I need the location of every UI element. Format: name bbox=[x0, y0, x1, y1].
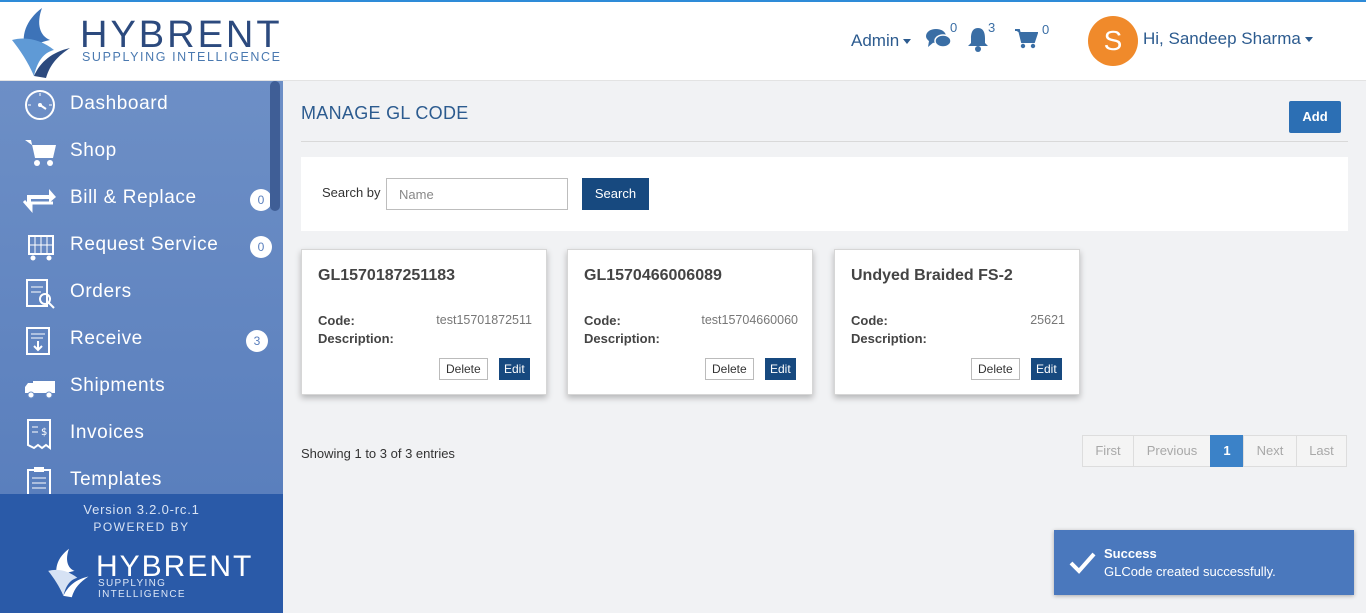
toast-message: GLCode created successfully. bbox=[1104, 564, 1276, 579]
sidebar-item-request-service[interactable]: Request Service 0 bbox=[0, 222, 283, 269]
svg-text:$: $ bbox=[41, 427, 47, 438]
page-first[interactable]: First bbox=[1082, 435, 1134, 467]
request-service-badge: 0 bbox=[250, 236, 272, 258]
sidebar-item-label: Dashboard bbox=[70, 93, 169, 114]
sidebar-item-bill-replace[interactable]: Bill & Replace 0 bbox=[0, 175, 283, 222]
sidebar-item-shop[interactable]: Shop bbox=[0, 128, 283, 175]
card-title: GL1570466006089 bbox=[584, 267, 722, 284]
sidebar-scrollbar[interactable] bbox=[270, 81, 280, 211]
add-button[interactable]: Add bbox=[1289, 101, 1341, 133]
admin-menu[interactable]: Admin bbox=[851, 31, 912, 51]
code-value: test15704660060 bbox=[701, 313, 798, 327]
search-panel: Search by Search bbox=[301, 157, 1348, 231]
sidebar-item-label: Orders bbox=[70, 281, 132, 302]
truck-icon bbox=[25, 381, 55, 399]
user-greeting: Hi, Sandeep Sharma bbox=[1143, 29, 1301, 48]
search-label: Search by bbox=[322, 185, 381, 200]
entries-info: Showing 1 to 3 of 3 entries bbox=[301, 446, 455, 461]
delete-button[interactable]: Delete bbox=[439, 358, 488, 380]
description-label: Description: bbox=[318, 331, 394, 346]
bell-icon bbox=[968, 28, 988, 52]
cart-icon bbox=[25, 140, 56, 166]
service-icon bbox=[28, 235, 54, 261]
brand-name: HYBRENT bbox=[80, 14, 283, 56]
notifications-button[interactable]: 3 bbox=[966, 20, 996, 54]
footer-brand-tagline: SUPPLYING INTELLIGENCE bbox=[98, 578, 186, 600]
sidebar-item-shipments[interactable]: Shipments bbox=[0, 363, 283, 410]
top-bar: HYBRENT SUPPLYING INTELLIGENCE Admin 0 3… bbox=[0, 0, 1366, 81]
sidebar: Dashboard Shop Bill & Replace 0 Request … bbox=[0, 81, 283, 494]
sidebar-item-label: Shipments bbox=[70, 375, 166, 396]
page-previous[interactable]: Previous bbox=[1133, 435, 1211, 467]
card-title: Undyed Braided FS-2 bbox=[851, 267, 1013, 284]
card-title: GL1570187251183 bbox=[318, 267, 456, 284]
footer-logo: HYBRENT SUPPLYING INTELLIGENCE bbox=[44, 542, 251, 604]
edit-button[interactable]: Edit bbox=[1031, 358, 1062, 380]
version-text: Version 3.2.0-rc.1 bbox=[83, 502, 200, 517]
receive-icon bbox=[26, 327, 50, 355]
logo-mark-icon bbox=[12, 8, 70, 78]
gl-code-card: GL1570466006089 Code: test15704660060 De… bbox=[567, 249, 813, 395]
sidebar-item-dashboard[interactable]: Dashboard bbox=[0, 81, 283, 128]
description-label: Description: bbox=[851, 331, 927, 346]
chevron-down-icon bbox=[1304, 37, 1313, 43]
edit-button[interactable]: Edit bbox=[499, 358, 530, 380]
powered-by-text: POWERED BY bbox=[93, 520, 190, 534]
page-next[interactable]: Next bbox=[1243, 435, 1297, 467]
delete-button[interactable]: Delete bbox=[971, 358, 1020, 380]
code-value: test15701872511 bbox=[436, 313, 532, 327]
code-label: Code: bbox=[318, 313, 355, 328]
sidebar-item-label: Templates bbox=[70, 469, 162, 490]
divider bbox=[301, 141, 1348, 142]
user-menu[interactable]: Hi, Sandeep Sharma bbox=[1143, 29, 1313, 49]
sidebar-footer: Version 3.2.0-rc.1 POWERED BY HYBRENT SU… bbox=[0, 494, 283, 613]
chat-count: 0 bbox=[950, 20, 958, 35]
sidebar-item-invoices[interactable]: $ Invoices bbox=[0, 410, 283, 457]
gl-code-card: GL1570187251183 Code: test15701872511 De… bbox=[301, 249, 547, 395]
page-title: MANAGE GL CODE bbox=[301, 103, 469, 123]
admin-label: Admin bbox=[851, 31, 900, 50]
gl-code-card: Undyed Braided FS-2 Code: 25621 Descript… bbox=[834, 249, 1080, 395]
sidebar-item-label: Bill & Replace bbox=[70, 187, 197, 208]
checkmark-icon bbox=[1069, 552, 1096, 574]
chat-icon bbox=[926, 29, 952, 48]
code-label: Code: bbox=[851, 313, 888, 328]
pagination: First Previous 1 Next Last bbox=[1082, 435, 1347, 467]
dashboard-icon bbox=[25, 90, 55, 120]
chat-button[interactable]: 0 bbox=[926, 20, 957, 54]
search-button[interactable]: Search bbox=[582, 178, 649, 210]
edit-button[interactable]: Edit bbox=[765, 358, 796, 380]
hybrent-logo[interactable]: HYBRENT SUPPLYING INTELLIGENCE bbox=[6, 6, 286, 80]
avatar[interactable]: S bbox=[1088, 16, 1138, 66]
sidebar-item-orders[interactable]: Orders bbox=[0, 269, 283, 316]
search-input[interactable] bbox=[386, 178, 568, 210]
brand-tagline: SUPPLYING INTELLIGENCE bbox=[82, 50, 282, 64]
orders-icon bbox=[26, 279, 55, 309]
toast-title: Success bbox=[1104, 546, 1157, 561]
sidebar-item-label: Invoices bbox=[70, 422, 145, 443]
cart-count: 0 bbox=[1042, 22, 1050, 37]
chevron-down-icon bbox=[903, 39, 912, 45]
replace-icon bbox=[23, 189, 56, 213]
sidebar-item-receive[interactable]: Receive 3 bbox=[0, 316, 283, 363]
templates-icon bbox=[27, 467, 51, 494]
success-toast[interactable]: Success GLCode created successfully. bbox=[1054, 530, 1354, 595]
cart-icon bbox=[1015, 29, 1039, 49]
invoice-icon: $ bbox=[27, 419, 51, 450]
cart-button[interactable]: 0 bbox=[1014, 22, 1049, 54]
sidebar-item-label: Request Service bbox=[70, 234, 219, 255]
logo-mark-icon bbox=[48, 548, 89, 598]
sidebar-item-label: Receive bbox=[70, 328, 143, 349]
sidebar-item-templates[interactable]: Templates bbox=[0, 457, 283, 494]
code-label: Code: bbox=[584, 313, 621, 328]
page-current[interactable]: 1 bbox=[1210, 435, 1244, 467]
notification-count: 3 bbox=[988, 20, 996, 35]
bill-replace-badge: 0 bbox=[250, 189, 272, 211]
page-last[interactable]: Last bbox=[1296, 435, 1347, 467]
receive-badge: 3 bbox=[246, 330, 268, 352]
sidebar-item-label: Shop bbox=[70, 140, 117, 161]
delete-button[interactable]: Delete bbox=[705, 358, 754, 380]
code-value: 25621 bbox=[1030, 313, 1065, 327]
description-label: Description: bbox=[584, 331, 660, 346]
